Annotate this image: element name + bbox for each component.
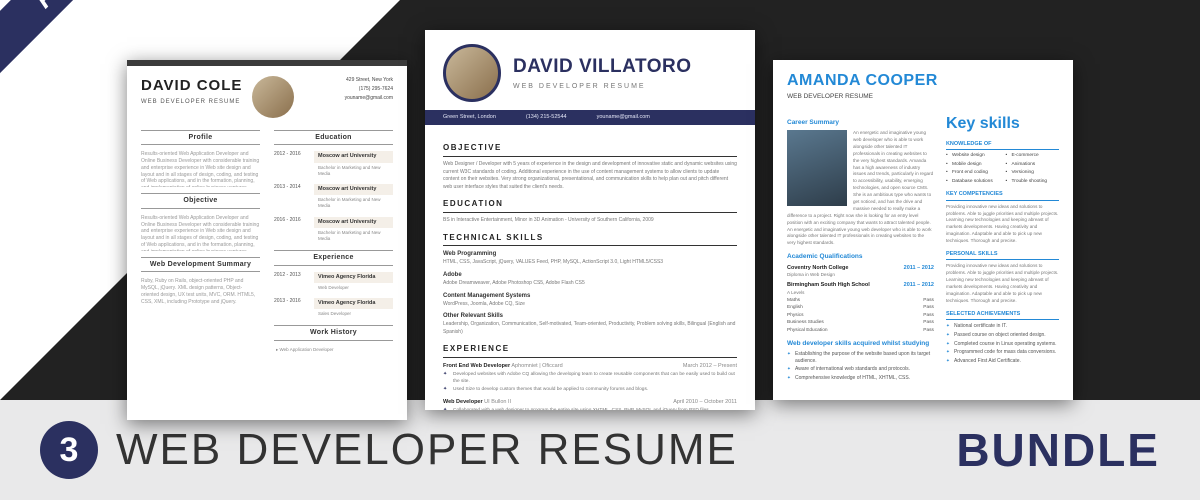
r1-name: DAVID COLE — [141, 76, 242, 96]
grade-row: Physical EducationPass — [787, 328, 934, 334]
section-heading: Profile — [141, 130, 260, 145]
section-heading: EDUCATION — [443, 199, 737, 213]
grade-row: Business StudiesPass — [787, 320, 934, 326]
resume-card-2: DAVID VILLATORO WEB DEVELOPER RESUME Gre… — [425, 30, 755, 410]
edu-row: 2013 - 2014Moscow art UniversityBachelor… — [274, 184, 393, 212]
bullet: Advanced First Aid Certificate. — [946, 358, 1059, 365]
bullet: Establishing the purpose of the website … — [787, 351, 934, 365]
body-text: Providing innovative new ideas and solut… — [946, 263, 1059, 304]
body-text: A Levels — [787, 290, 934, 297]
section-heading: SELECTED ACHIEVEMENTS — [946, 311, 1059, 320]
grade-row: MathsPass — [787, 298, 934, 304]
qual-row: Birmingham South High School2011 – 2012 — [787, 282, 934, 289]
section-heading: KNOWLEDGE OF — [946, 141, 1059, 150]
footer-bundle: BUNDLE — [956, 423, 1160, 477]
bullet: Developed websites with Adobe CQ allowin… — [443, 372, 737, 385]
bullet: Used Size to develop custom themes that … — [443, 387, 737, 393]
footer-title: WEB DEVELOPER RESUME — [116, 425, 738, 475]
skill-heading: Adobe — [443, 271, 737, 279]
section-heading: Work History — [274, 325, 393, 340]
skill-heading: Web Programming — [443, 250, 737, 258]
bullet: Passed course on object oriented design. — [946, 332, 1059, 339]
r3-subtitle: WEB DEVELOPER RESUME — [787, 93, 1059, 102]
section-heading: Career Summary — [787, 119, 934, 128]
r3-name: AMANDA COOPER — [787, 70, 1059, 92]
resume-card-1: DAVID COLE WEB DEVELOPER RESUME 429 Stre… — [127, 60, 407, 420]
resume-card-3: AMANDA COOPER WEB DEVELOPER RESUME Caree… — [773, 60, 1073, 400]
count-badge: 3 — [40, 421, 98, 479]
avatar — [443, 44, 501, 102]
body-text: Leadership, Organization, Communication,… — [443, 321, 737, 336]
bullet: Programmed code for mass data conversion… — [946, 349, 1059, 356]
r1-subtitle: WEB DEVELOPER RESUME — [141, 98, 242, 106]
exp-row: 2013 - 2016Vimeo Agency FloridaSales Dev… — [274, 298, 393, 319]
section-heading: KEY COMPETENCIES — [946, 191, 1059, 200]
resume-cards: DAVID COLE WEB DEVELOPER RESUME 429 Stre… — [0, 30, 1200, 400]
section-heading: Experience — [274, 250, 393, 265]
body-text: ▸ Web Application Developer — [274, 347, 393, 353]
skills-grid: Website designE-commerce Mobile designAn… — [946, 153, 1059, 185]
section-heading: EXPERIENCE — [443, 344, 737, 358]
exp-row: 2012 - 2013Vimeo Agency FloridaWeb Devel… — [274, 272, 393, 293]
avatar — [787, 130, 847, 206]
bullet: Aware of international web standards and… — [787, 366, 934, 373]
bullet: Collaborated with a web designer to prog… — [443, 408, 737, 410]
section-heading: Web developer skills acquired whilst stu… — [787, 340, 934, 349]
section-heading: Education — [274, 130, 393, 145]
edu-row: 2016 - 2016Moscow art UniversityBachelor… — [274, 217, 393, 245]
contact-bar: Green Street, London (134) 215-52544 you… — [425, 110, 755, 125]
section-heading: OBJECTIVE — [443, 143, 737, 157]
body-text: WordPress, Joomla, Adobe CQ, Size — [443, 301, 737, 309]
section-heading: TECHNICAL SKILLS — [443, 233, 737, 247]
r2-subtitle: WEB DEVELOPER RESUME — [513, 82, 692, 91]
section-heading: Objective — [141, 193, 260, 208]
section-heading: Web Development Summary — [141, 257, 260, 272]
job-row: Web Developer UI Bullon IIApril 2010 – O… — [443, 399, 737, 406]
skill-heading: Content Management Systems — [443, 292, 737, 300]
body-text: Ruby, Ruby on Rails, object-oriented PHP… — [141, 278, 260, 326]
edu-row: 2012 - 2016Moscow art UniversityBachelor… — [274, 151, 393, 179]
body-text: Web Designer / Developer with 5 years of… — [443, 161, 737, 191]
r1-contact: 429 Street, New York (175) 295-7624 youn… — [345, 76, 393, 103]
body-text: Providing innovative new ideas and solut… — [946, 204, 1059, 245]
body-text: HTML, CSS, JavaScript, jQuery, VALUES Fe… — [443, 259, 737, 267]
bullet: Completed course in Linux operating syst… — [946, 341, 1059, 348]
job-row: Front End Web Developer Aphomniet | Ofic… — [443, 363, 737, 370]
bullet: Comprehensive knowledge of HTML, XHTML, … — [787, 375, 934, 382]
bullet: National certificate in IT. — [946, 323, 1059, 330]
body-text: Results-oriented Web Application Develop… — [141, 215, 260, 251]
grade-row: EnglishPass — [787, 305, 934, 311]
grade-row: PhysicsPass — [787, 313, 934, 319]
section-heading: Academic Qualifications — [787, 253, 934, 262]
body-text: Results-oriented Web Application Develop… — [141, 151, 260, 187]
avatar — [252, 76, 294, 118]
section-heading: PERSONAL SKILLS — [946, 251, 1059, 260]
body-text: BS in Interactive Entertainment, Minor i… — [443, 217, 737, 225]
qual-row: Coventry North College2011 – 2012 — [787, 265, 934, 272]
body-text: Adobe Dreamweaver, Adobe Photoshop CS5, … — [443, 280, 737, 288]
body-text: Diploma in Web Design — [787, 272, 934, 279]
r2-name: DAVID VILLATORO — [513, 54, 692, 80]
key-skills-title: Key skills — [946, 113, 1059, 135]
skill-heading: Other Relevant Skills — [443, 312, 737, 320]
